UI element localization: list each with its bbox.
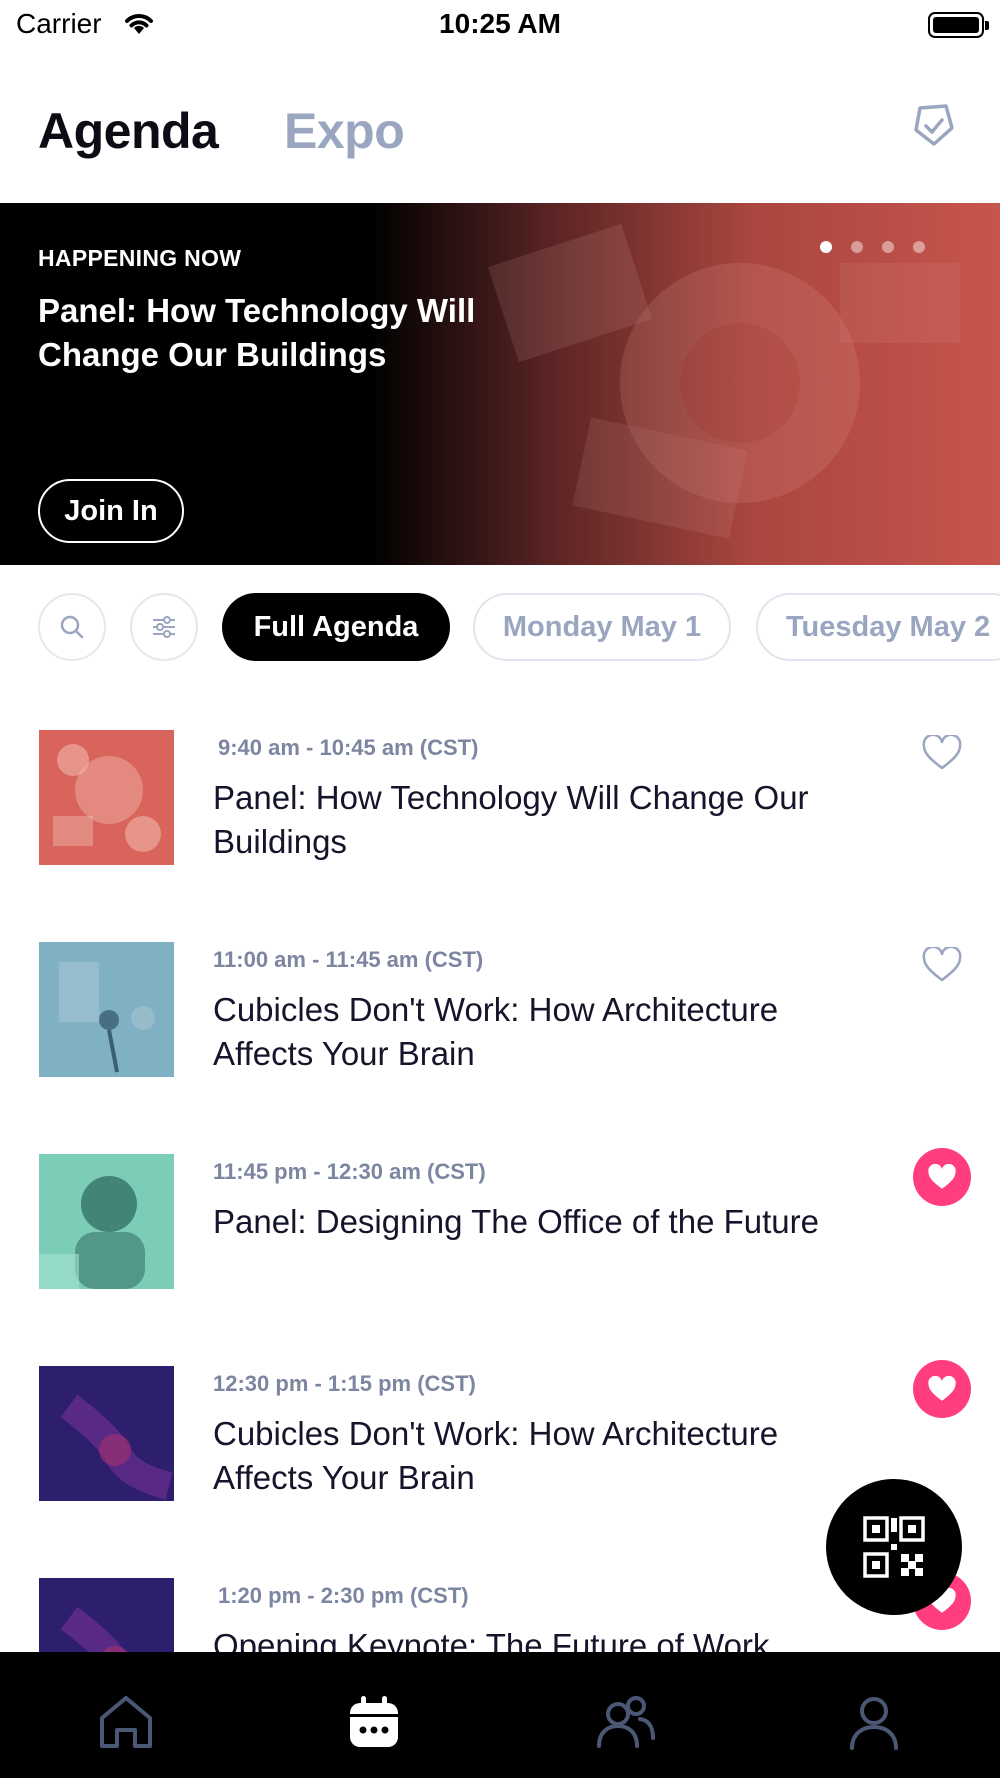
sliders-icon [153, 616, 175, 638]
session-time: 1:20 pm - 2:30 pm (CST) [218, 1583, 469, 1608]
session-thumbnail [39, 1154, 174, 1289]
hero-label: HAPPENING NOW [38, 245, 242, 271]
heart-filled-icon [928, 1375, 956, 1401]
pill-full-agenda[interactable]: Full Agenda [222, 593, 450, 661]
carousel-indicator[interactable] [820, 241, 925, 253]
list-item[interactable]: 11:45 pm - 12:30 am (CST) Panel: Designi… [0, 1134, 1000, 1346]
qr-code-icon [863, 1516, 925, 1578]
calendar-icon [350, 1696, 398, 1747]
session-title: Panel: How Technology Will Change Our Bu… [213, 779, 809, 860]
join-in-button[interactable]: Join In [38, 479, 184, 543]
favorite-button[interactable] [913, 1148, 971, 1206]
session-time: 9:40 am - 10:45 am (CST) [218, 735, 479, 760]
clock: 10:25 AM [439, 8, 561, 39]
filter-button[interactable] [130, 593, 198, 661]
heart-filled-icon [928, 1163, 956, 1189]
bottom-nav [0, 1652, 1000, 1778]
favorite-button[interactable] [913, 1360, 971, 1418]
session-title: Cubicles Don't Work: How Architecture Af… [213, 1415, 779, 1496]
carousel-dot[interactable] [913, 241, 925, 253]
carousel-dot[interactable] [851, 241, 863, 253]
tab-expo[interactable]: Expo [284, 102, 405, 160]
nav-profile[interactable] [844, 1692, 904, 1752]
session-thumbnail [39, 730, 174, 865]
search-button[interactable] [38, 593, 106, 661]
profile-icon [850, 1697, 898, 1750]
filter-bar: Full Agenda Monday May 1 Tuesday May 2 [0, 593, 1000, 663]
session-title: Cubicles Don't Work: How Architecture Af… [213, 991, 779, 1072]
hero-banner[interactable]: HAPPENING NOW Panel: How Technology Will… [0, 203, 1000, 565]
favorite-button[interactable] [913, 936, 971, 994]
search-icon [60, 615, 84, 639]
hero-title: Panel: How Technology Will Change Our Bu… [38, 292, 476, 373]
list-item[interactable]: 11:00 am - 11:45 am (CST) Cubicles Don't… [0, 922, 1000, 1134]
status-bar: Carrier 10:25 AM [0, 0, 1000, 52]
hero-background-image [487, 223, 960, 539]
header: Agenda Expo [0, 80, 1000, 180]
home-icon [100, 1696, 152, 1748]
session-time: 12:30 pm - 1:15 pm (CST) [213, 1371, 476, 1396]
battery-icon [928, 12, 989, 38]
favorite-button[interactable] [913, 724, 971, 782]
session-title: Panel: Designing The Office of the Futur… [213, 1203, 819, 1240]
qr-scan-button[interactable] [826, 1479, 962, 1615]
carousel-dot[interactable] [820, 241, 832, 253]
session-thumbnail [39, 942, 174, 1077]
session-title: Opening Keynote: The Future of Work [213, 1627, 770, 1652]
tab-agenda[interactable]: Agenda [38, 102, 219, 160]
session-time: 11:00 am - 11:45 am (CST) [213, 947, 484, 972]
nav-people[interactable] [596, 1692, 656, 1752]
pill-monday[interactable]: Monday May 1 [473, 593, 731, 661]
nav-home[interactable] [96, 1692, 156, 1752]
session-time: 11:45 pm - 12:30 am (CST) [213, 1159, 486, 1184]
badge-shield-icon[interactable] [908, 100, 958, 150]
heart-icon [922, 735, 962, 770]
session-thumbnail [39, 1578, 174, 1652]
people-icon [597, 1696, 655, 1748]
list-item[interactable]: 9:40 am - 10:45 am (CST) Panel: How Tech… [0, 710, 1000, 922]
pill-tuesday[interactable]: Tuesday May 2 [756, 593, 1000, 661]
carousel-dot[interactable] [882, 241, 894, 253]
heart-icon [922, 947, 962, 982]
nav-agenda[interactable] [344, 1692, 404, 1752]
session-thumbnail [39, 1366, 174, 1501]
